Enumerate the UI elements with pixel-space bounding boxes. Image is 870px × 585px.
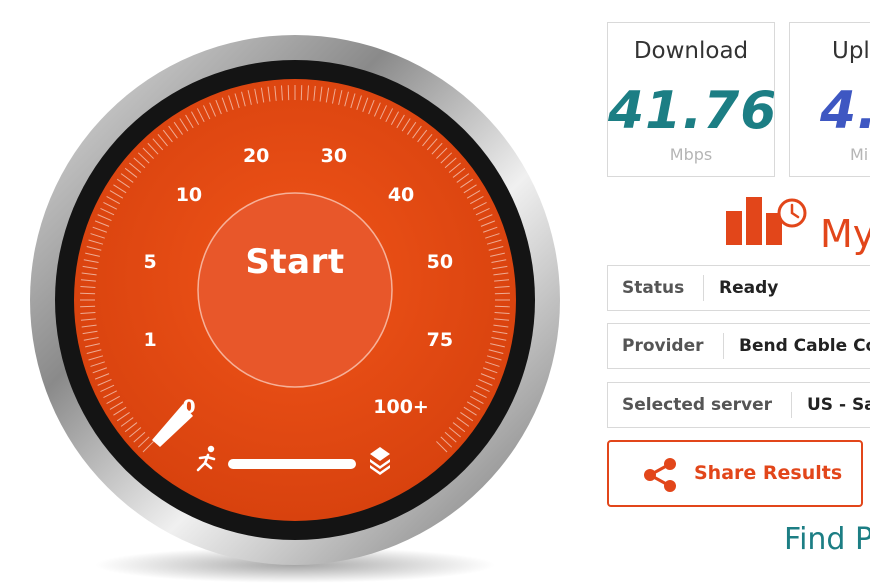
upload-card: Upl 4. Mi: [789, 22, 870, 177]
download-value: 41.76: [608, 81, 775, 141]
gauge-scale-label: 40: [388, 184, 414, 206]
upload-value: 4.: [820, 81, 870, 141]
download-title: Download: [633, 38, 749, 64]
progress-bar: [228, 459, 356, 469]
provider-divider: [723, 333, 724, 359]
server-value[interactable]: US - Sa: [807, 383, 870, 427]
upload-unit: Mi: [850, 145, 869, 164]
results-history-icon[interactable]: [726, 193, 816, 247]
gauge-scale-label: 75: [427, 329, 453, 351]
find-link[interactable]: Find P: [784, 522, 870, 557]
provider-row: Provider Bend Cable Co: [607, 323, 870, 369]
status-row: Status Ready: [607, 265, 870, 311]
gauge-scale-label: 10: [176, 184, 202, 206]
start-button-circle[interactable]: [197, 192, 393, 388]
gauge-scale-label: 30: [321, 145, 347, 167]
share-icon: [644, 458, 676, 492]
provider-value: Bend Cable Co: [739, 336, 870, 356]
status-value: Ready: [719, 278, 779, 298]
share-results-label: Share Results: [694, 462, 843, 484]
start-button[interactable]: Start: [195, 242, 395, 282]
speed-gauge: 0151020 30405075100+: [30, 35, 560, 583]
server-label: Selected server: [622, 395, 772, 415]
gauge-scale-label: 1: [143, 329, 156, 351]
status-divider: [703, 275, 704, 301]
download-unit: Mbps: [669, 145, 713, 164]
provider-label: Provider: [622, 336, 704, 356]
upload-title: Upl: [832, 38, 870, 64]
server-row[interactable]: Selected server US - Sa: [607, 382, 870, 428]
download-card: Download 41.76 Mbps: [607, 22, 775, 177]
gauge-scale-label: 50: [427, 251, 453, 273]
status-label: Status: [622, 278, 685, 298]
share-results-button[interactable]: Share Results: [607, 440, 863, 507]
gauge-scale-label: 20: [243, 145, 269, 167]
gauge-scale-label: 5: [143, 251, 156, 273]
server-divider: [791, 392, 792, 418]
my-results-link[interactable]: My: [820, 212, 870, 256]
gauge-scale-label: 100+: [373, 396, 429, 418]
